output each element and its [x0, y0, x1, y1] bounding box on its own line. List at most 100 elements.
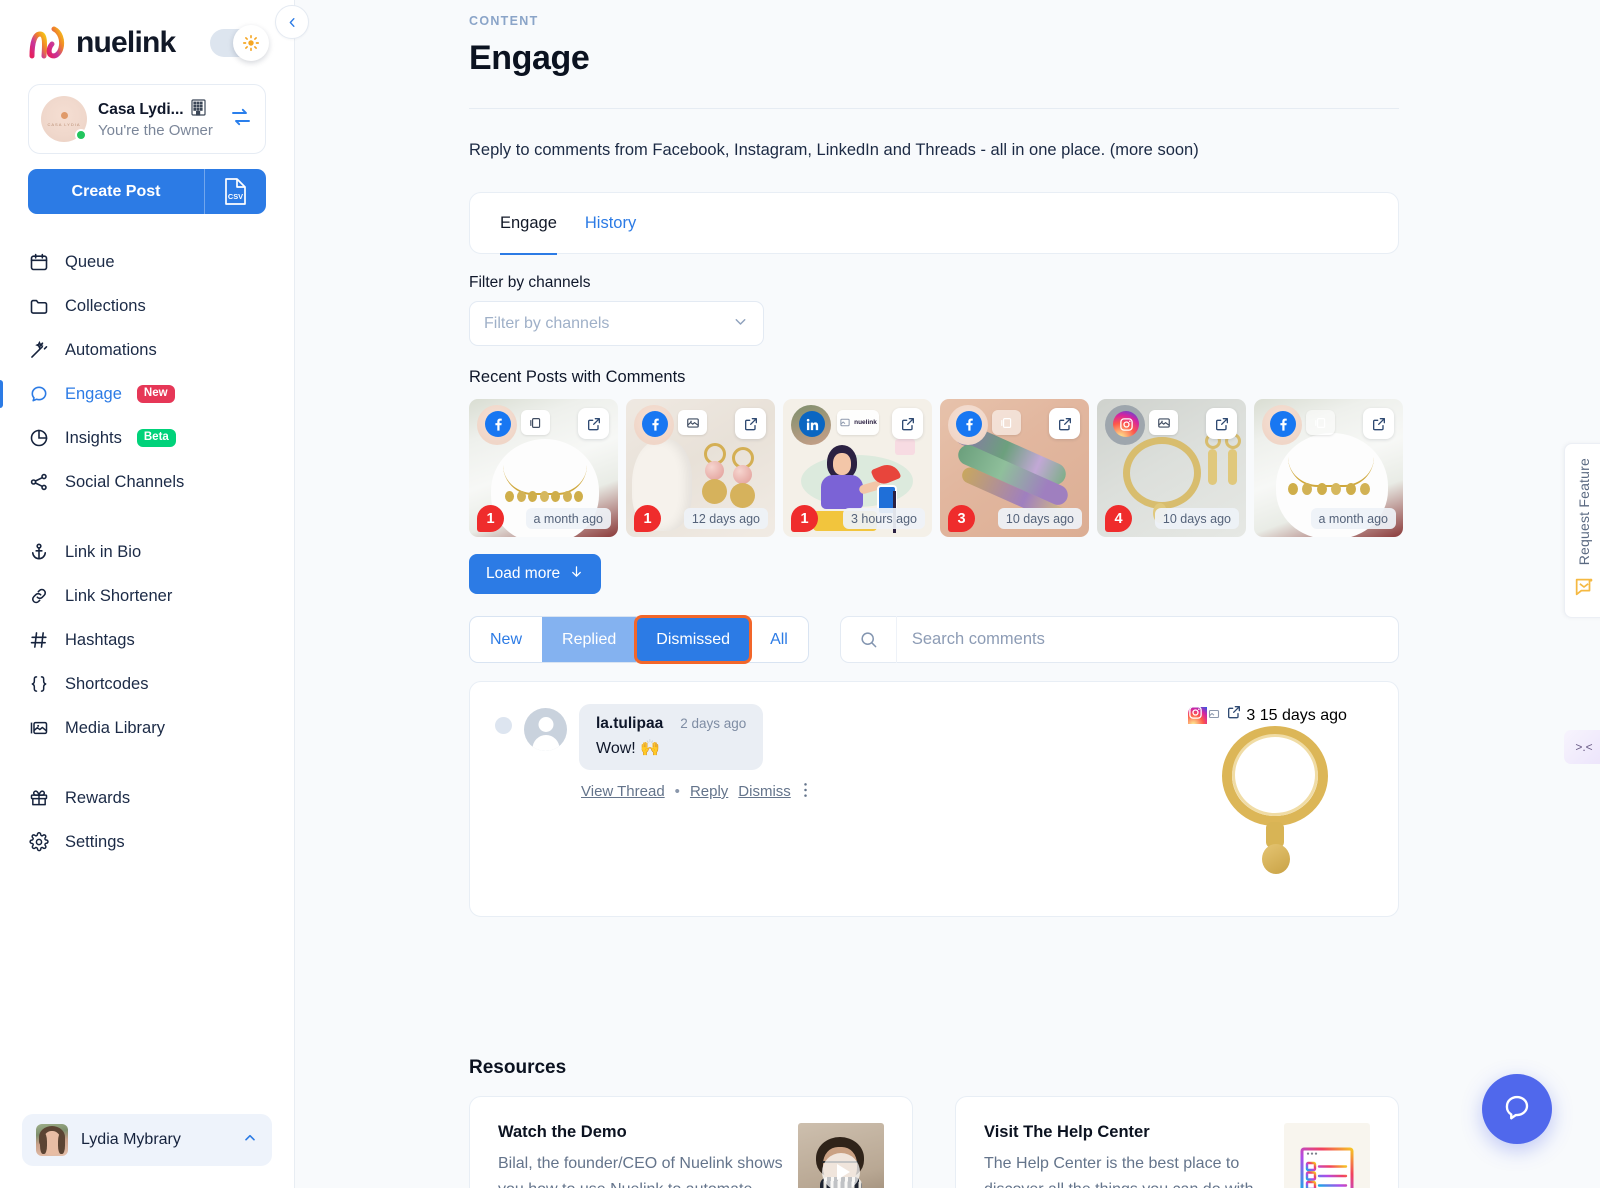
sidebar-item-label: Rewards	[65, 788, 131, 807]
resources-title: Resources	[469, 1057, 567, 1078]
facebook-icon	[485, 411, 511, 437]
user-profile-button[interactable]: Lydia Mybrary	[22, 1114, 272, 1166]
load-more-button[interactable]: Load more	[469, 554, 602, 594]
filter-new[interactable]: New	[470, 617, 542, 662]
post-timestamp: 15 days ago	[1259, 707, 1347, 724]
post-thumbnail[interactable]: 4 10 days ago	[1097, 399, 1246, 537]
filter-all[interactable]: All	[750, 617, 808, 662]
create-post-button[interactable]: Create Post CSV	[28, 169, 266, 214]
kebab-menu-icon[interactable]	[803, 781, 808, 802]
sidebar-item-rewards[interactable]: Rewards	[0, 776, 294, 820]
request-feature-tab[interactable]: Request Feature	[1564, 443, 1600, 618]
post-thumbnail[interactable]: nuelink 1 3 hours ago	[783, 399, 932, 537]
video-thumbnail[interactable]	[798, 1123, 884, 1188]
post-timestamp: a month ago	[1310, 508, 1396, 529]
open-post-icon[interactable]	[735, 408, 766, 439]
brand-logo[interactable]: nuelink	[28, 26, 176, 60]
kaomoji-tab[interactable]: >.<	[1564, 730, 1600, 764]
sidebar-nav: Queue Collections Automations Engage New…	[0, 240, 294, 1114]
sidebar-item-insights[interactable]: Insights Beta	[0, 416, 294, 460]
open-post-icon[interactable]	[1049, 408, 1080, 439]
brand-name: nuelink	[76, 26, 176, 59]
content-column: CONTENT Engage Reply to comments from Fa…	[469, 14, 1403, 1188]
sidebar-item-engage[interactable]: Engage New	[0, 372, 294, 416]
comment-text: Wow! 🙌	[596, 740, 661, 757]
resource-card-watch-demo[interactable]: Watch the Demo Bilal, the founder/CEO of…	[469, 1096, 913, 1188]
tab-history[interactable]: History	[585, 192, 636, 254]
facebook-icon	[642, 411, 668, 437]
calendar-icon	[28, 251, 50, 273]
help-center-icon	[1300, 1147, 1354, 1188]
chevron-up-icon[interactable]	[242, 1130, 258, 1151]
sidebar-collapse-button[interactable]	[275, 5, 309, 39]
sidebar-item-media-library[interactable]: Media Library	[0, 706, 294, 750]
support-chat-button[interactable]	[1482, 1074, 1552, 1144]
svg-text:CSV: CSV	[228, 192, 243, 201]
chevron-down-icon	[732, 313, 749, 335]
tab-engage[interactable]: Engage	[500, 192, 557, 255]
filter-dismissed[interactable]: Dismissed	[634, 615, 753, 664]
sidebar-item-collections[interactable]: Collections	[0, 284, 294, 328]
account-avatar-wrap: CASA LYDIA	[41, 96, 87, 142]
view-thread-link[interactable]: View Thread	[581, 783, 665, 800]
sidebar-item-hashtags[interactable]: Hashtags	[0, 618, 294, 662]
sidebar-item-link-in-bio[interactable]: Link in Bio	[0, 530, 294, 574]
account-switcher[interactable]: CASA LYDIA Casa Lydi... You're the Owner	[28, 84, 266, 154]
separator-dot: •	[674, 783, 680, 800]
resource-body: Bilal, the founder/CEO of Nuelink shows …	[498, 1155, 783, 1188]
play-icon	[836, 1164, 850, 1180]
share-nodes-icon	[28, 471, 50, 493]
status-badge-beta: Beta	[136, 428, 176, 448]
page-description: Reply to comments from Facebook, Instagr…	[469, 141, 1199, 159]
comment-select-checkbox[interactable]	[495, 717, 512, 734]
sidebar-item-link-shortener[interactable]: Link Shortener	[0, 574, 294, 618]
comment-count-badge: 1	[791, 505, 818, 532]
resource-card-help-center[interactable]: Visit The Help Center The Help Center is…	[955, 1096, 1399, 1188]
search-comments-field[interactable]	[839, 616, 1399, 663]
braces-icon	[28, 673, 50, 695]
recent-posts-strip: CASA 1 a month ago	[469, 399, 1403, 537]
anchor-icon	[28, 541, 50, 563]
sidebar-item-label: Collections	[65, 296, 146, 315]
open-post-icon[interactable]	[892, 408, 923, 439]
search-input[interactable]	[896, 630, 1398, 649]
account-info: Casa Lydi... You're the Owner	[98, 99, 218, 139]
comment-count-badge: 3	[1246, 707, 1256, 724]
channel-filter-select[interactable]: Filter by channels	[469, 301, 764, 346]
comment-filter-row: New Replied Dismissed All	[469, 615, 1399, 664]
page-title: Engage	[469, 39, 590, 77]
sidebar-item-automations[interactable]: Automations	[0, 328, 294, 372]
facebook-icon	[956, 411, 982, 437]
facebook-icon	[1270, 411, 1296, 437]
open-post-icon[interactable]	[1363, 408, 1394, 439]
sidebar-item-social-channels[interactable]: Social Channels	[0, 460, 294, 504]
csv-upload-button[interactable]: CSV	[204, 169, 266, 214]
comment-post-thumbnail[interactable]: 3 15 days ago	[1188, 704, 1364, 880]
sidebar-item-shortcodes[interactable]: Shortcodes	[0, 662, 294, 706]
dismiss-link[interactable]: Dismiss	[738, 783, 791, 800]
sidebar-item-label: Link Shortener	[65, 586, 173, 605]
main-content: CONTENT Engage Reply to comments from Fa…	[295, 0, 1600, 1188]
post-thumbnail[interactable]: CASA 3 10 days ago	[940, 399, 1089, 537]
post-thumbnail[interactable]: CASA a month ago	[1254, 399, 1403, 537]
recent-posts-title: Recent Posts with Comments	[469, 368, 686, 386]
open-post-icon[interactable]	[1226, 706, 1246, 724]
instagram-icon	[1188, 706, 1208, 724]
breadcrumb: CONTENT	[469, 14, 539, 28]
reply-link[interactable]: Reply	[690, 783, 728, 800]
switch-accounts-icon[interactable]	[229, 105, 253, 134]
filter-replied[interactable]: Replied	[542, 617, 637, 662]
app-root: nuelink CASA LYDIA Casa Lydi... You're t…	[0, 0, 1600, 1188]
sidebar-item-settings[interactable]: Settings	[0, 820, 294, 864]
theme-toggle[interactable]	[210, 25, 269, 61]
load-more-label: Load more	[486, 565, 561, 582]
help-center-thumbnail	[1284, 1123, 1370, 1188]
open-post-icon[interactable]	[1206, 408, 1237, 439]
post-thumbnail[interactable]: CASA 1 12 days ago	[626, 399, 775, 537]
sidebar-item-queue[interactable]: Queue	[0, 240, 294, 284]
post-thumbnail[interactable]: CASA 1 a month ago	[469, 399, 618, 537]
open-post-icon[interactable]	[578, 408, 609, 439]
sidebar-top: nuelink CASA LYDIA Casa Lydi... You're t…	[0, 0, 294, 214]
resources-grid: Watch the Demo Bilal, the founder/CEO of…	[469, 1096, 1399, 1188]
